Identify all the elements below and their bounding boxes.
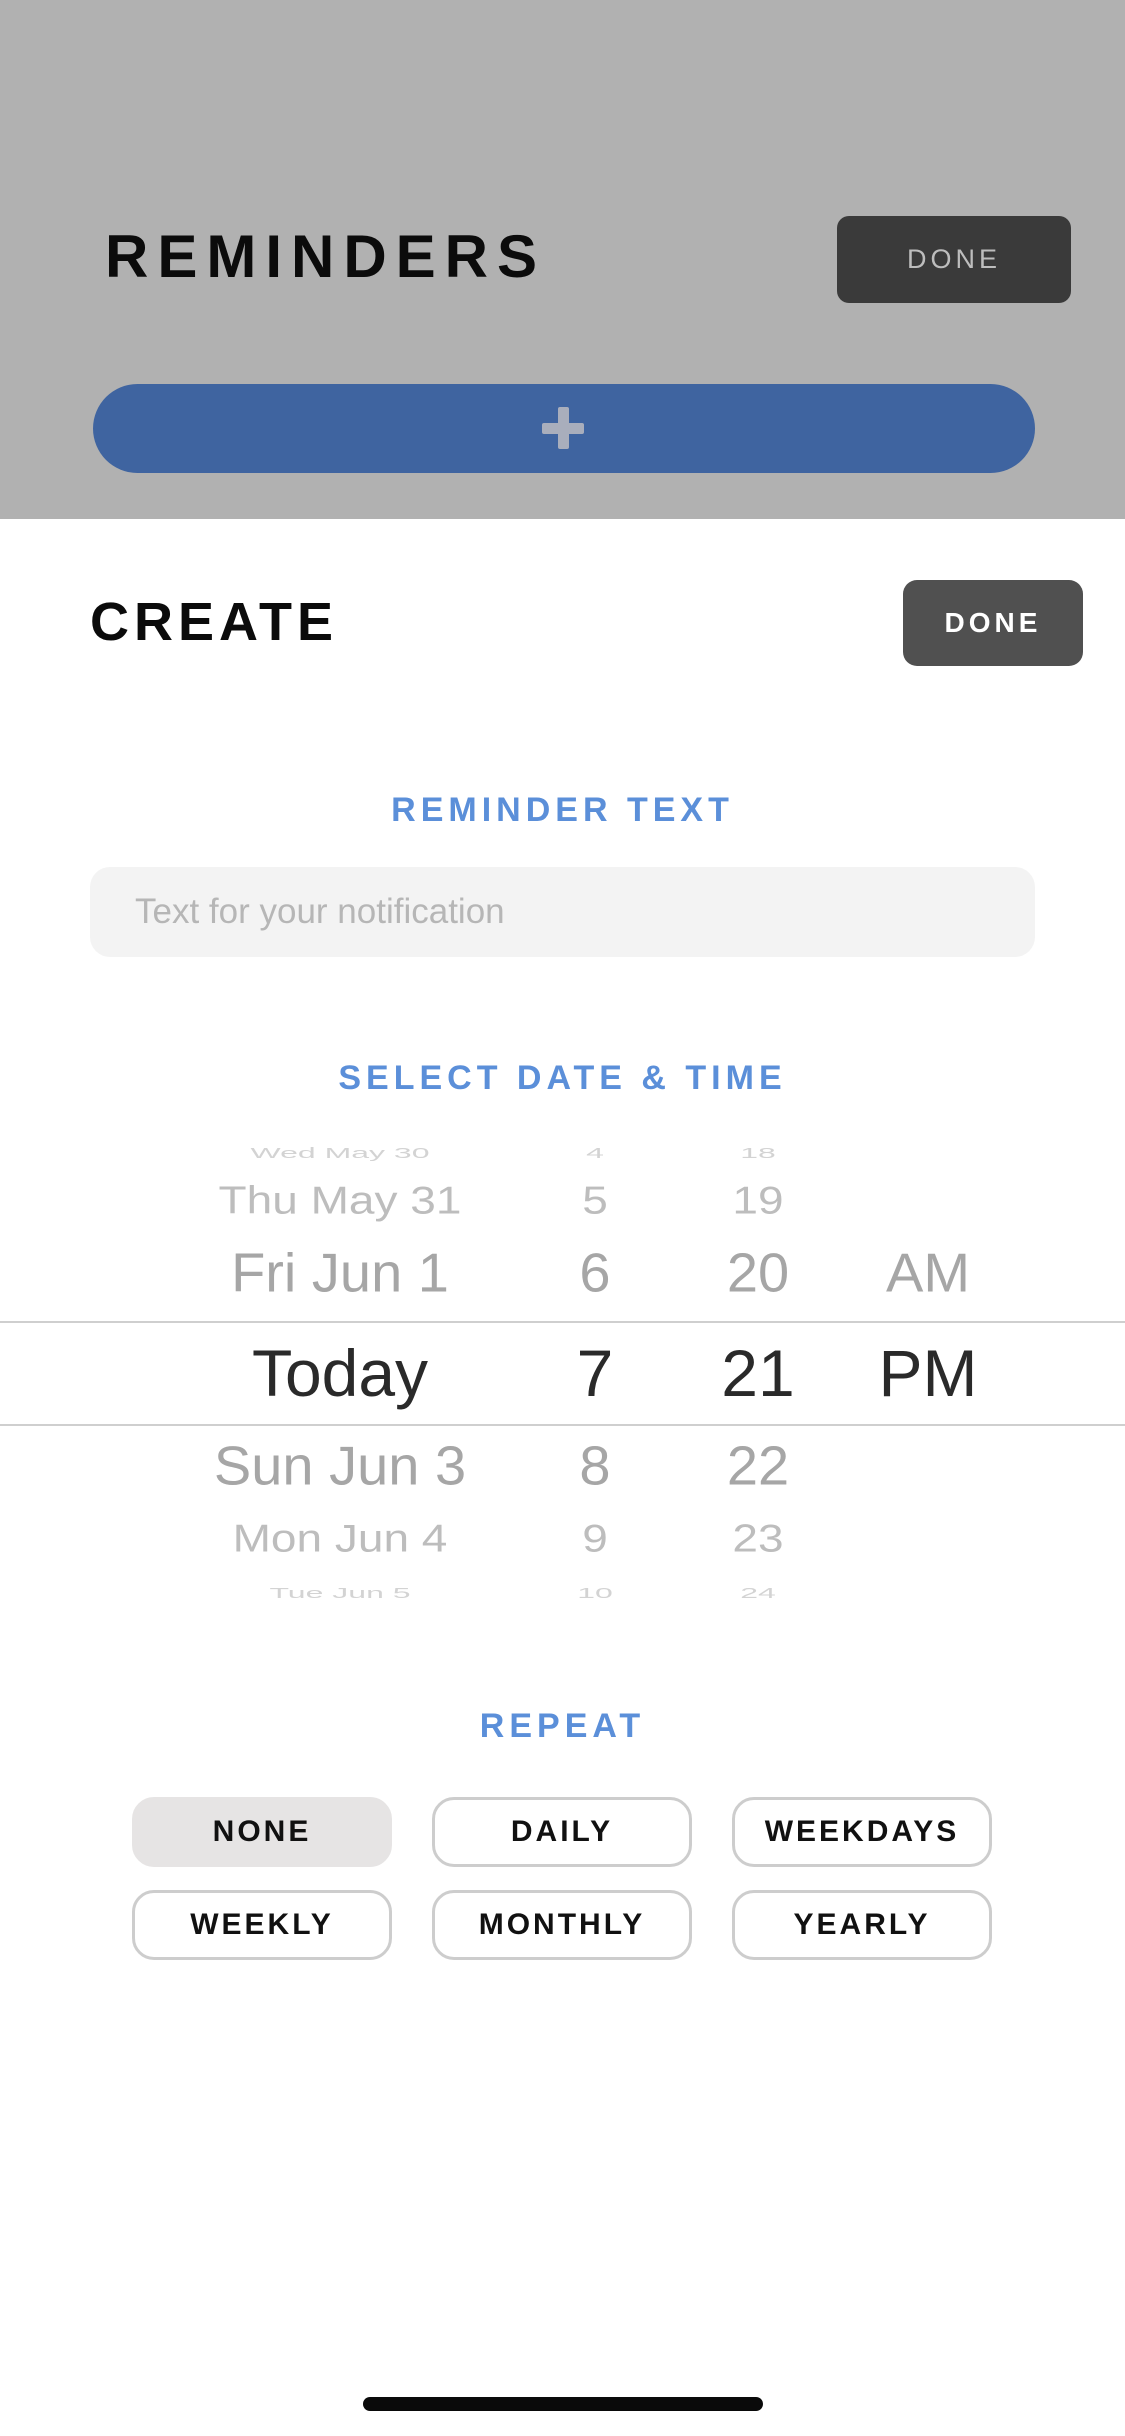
repeat-option-weekly[interactable]: WEEKLY (132, 1890, 392, 1960)
repeat-option-weekdays[interactable]: WEEKDAYS (732, 1797, 992, 1867)
repeat-option-yearly[interactable]: YEARLY (732, 1890, 992, 1960)
repeat-option-daily[interactable]: DAILY (432, 1797, 692, 1867)
repeat-option-monthly[interactable]: MONTHLY (432, 1890, 692, 1960)
picker-selection-top-line (0, 1321, 1125, 1323)
repeat-label: REPEAT (479, 1707, 646, 1745)
picker-minute-value: 18 (740, 1144, 776, 1162)
picker-minute-value: 19 (732, 1177, 784, 1223)
picker-row[interactable]: Thu May 31 5 19 (0, 1172, 1125, 1228)
picker-row-selected[interactable]: Today 7 21 PM (0, 1335, 1125, 1411)
picker-minute-value: 24 (740, 1584, 776, 1600)
reminders-title: REMINDERS (105, 223, 547, 290)
picker-row[interactable]: Sun Jun 3 8 22 (0, 1433, 1125, 1499)
add-reminder-button[interactable] (93, 384, 1035, 473)
picker-row[interactable]: Wed May 30 4 18 (0, 1140, 1125, 1174)
picker-row[interactable]: Mon Jun 4 9 23 (0, 1510, 1125, 1566)
reminder-text-label: REMINDER TEXT (391, 791, 734, 829)
date-time-picker[interactable]: Wed May 30 4 18 Thu May 31 5 19 Fri Jun 1 6 20 AM… (0, 1140, 1125, 1600)
picker-minute-value: 22 (726, 1434, 790, 1497)
home-indicator (363, 2397, 763, 2411)
picker-minute-value: 23 (732, 1515, 784, 1561)
repeat-option-none[interactable]: NONE (132, 1797, 392, 1867)
create-title: CREATE (90, 592, 339, 652)
reminder-text-input[interactable] (90, 867, 1035, 957)
background-screen: REMINDERS DONE (0, 0, 1125, 519)
picker-ampm-value: PM (878, 1336, 978, 1410)
picker-ampm-value: AM (886, 1241, 970, 1304)
background-done-button[interactable]: DONE (837, 216, 1071, 303)
create-done-button[interactable]: DONE (903, 580, 1083, 666)
select-date-time-label: SELECT DATE & TIME (338, 1059, 787, 1097)
picker-row[interactable]: Tue Jun 5 10 24 (0, 1572, 1125, 1600)
picker-selection-bottom-line (0, 1424, 1125, 1426)
picker-row[interactable]: Fri Jun 1 6 20 AM (0, 1240, 1125, 1306)
